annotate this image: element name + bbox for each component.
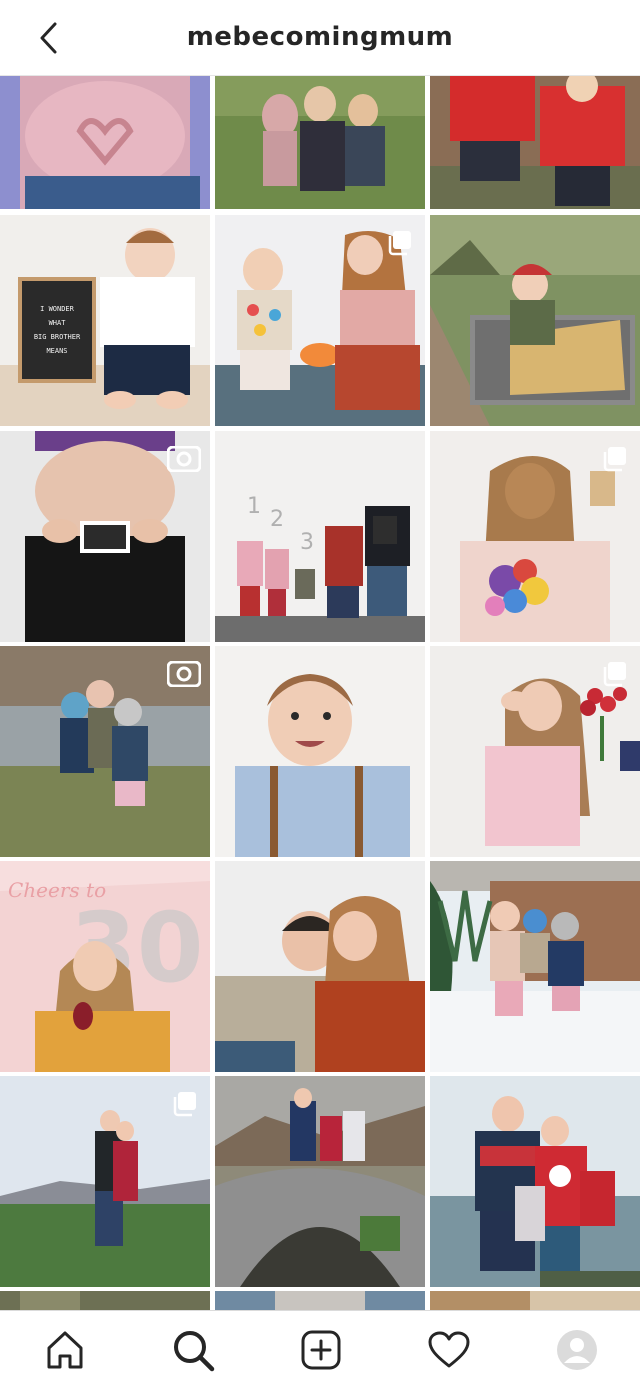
decor-number: 3 [300, 530, 314, 555]
video-icon [167, 446, 201, 472]
post-tile[interactable] [215, 215, 425, 426]
post-image: 1 2 3 [215, 431, 425, 642]
search-icon [174, 1331, 215, 1372]
post-image [430, 861, 640, 1072]
post-tile[interactable] [430, 1076, 640, 1287]
tab-activity[interactable] [424, 1325, 474, 1375]
avatar-icon [557, 1330, 597, 1370]
post-tile[interactable] [0, 1076, 210, 1287]
carousel-badge [381, 225, 417, 261]
post-tile[interactable] [215, 646, 425, 857]
carousel-badge [596, 441, 632, 477]
post-tile[interactable] [215, 1291, 425, 1310]
post-tile[interactable]: Cheers to 30 [0, 861, 210, 1072]
post-image [430, 215, 640, 426]
post-tile[interactable] [430, 76, 640, 209]
post-tile[interactable] [430, 215, 640, 426]
carousel-badge [596, 656, 632, 692]
video-icon [167, 661, 201, 687]
video-badge [166, 656, 202, 692]
post-image [215, 646, 425, 857]
carousel-icon [173, 1092, 196, 1117]
post-image [215, 1076, 425, 1287]
tab-home[interactable] [40, 1325, 90, 1375]
post-tile[interactable] [430, 861, 640, 1072]
tab-profile[interactable] [552, 1325, 602, 1375]
post-image: Cheers to 30 [0, 861, 210, 1072]
post-tile[interactable] [0, 646, 210, 857]
post-image [430, 76, 640, 209]
heart-icon [428, 1331, 470, 1368]
post-image [0, 76, 210, 209]
post-tile[interactable]: 1 2 3 [215, 431, 425, 642]
decor-number: 1 [247, 494, 261, 519]
plus-square-icon [301, 1330, 341, 1370]
tab-new-post[interactable] [296, 1325, 346, 1375]
post-image [215, 1291, 425, 1310]
post-tile[interactable] [430, 1291, 640, 1310]
home-icon [47, 1331, 83, 1369]
decor-number: 2 [270, 507, 284, 532]
letterboard-line: MEANS [46, 347, 67, 355]
carousel-icon [603, 447, 626, 472]
post-image: I WONDER WHAT BIG BROTHER MEANS [0, 215, 210, 426]
letterboard-line: I WONDER [40, 305, 75, 313]
post-tile[interactable] [430, 431, 640, 642]
post-grid: I WONDER WHAT BIG BROTHER MEANS 1 2 3 Ch… [0, 76, 640, 1310]
post-tile[interactable] [430, 646, 640, 857]
carousel-badge [166, 1086, 202, 1122]
video-badge [166, 441, 202, 477]
post-image [215, 76, 425, 209]
letterboard-line: BIG BROTHER [34, 333, 81, 341]
post-tile[interactable] [215, 1076, 425, 1287]
top-bar: mebecomingmum [0, 0, 640, 76]
post-tile[interactable] [0, 431, 210, 642]
carousel-icon [388, 231, 411, 256]
bottom-tab-bar [0, 1310, 640, 1386]
post-image [430, 1076, 640, 1287]
post-image [430, 1291, 640, 1310]
post-tile[interactable] [0, 76, 210, 209]
letterboard-line: WHAT [49, 319, 67, 327]
profile-username: mebecomingmum [186, 22, 454, 52]
post-tile[interactable] [215, 76, 425, 209]
carousel-icon [603, 662, 626, 687]
tab-search[interactable] [168, 1325, 218, 1375]
post-image [215, 861, 425, 1072]
post-tile[interactable] [215, 861, 425, 1072]
post-image [0, 1291, 210, 1310]
post-tile[interactable] [0, 1291, 210, 1310]
post-tile[interactable]: I WONDER WHAT BIG BROTHER MEANS [0, 215, 210, 426]
